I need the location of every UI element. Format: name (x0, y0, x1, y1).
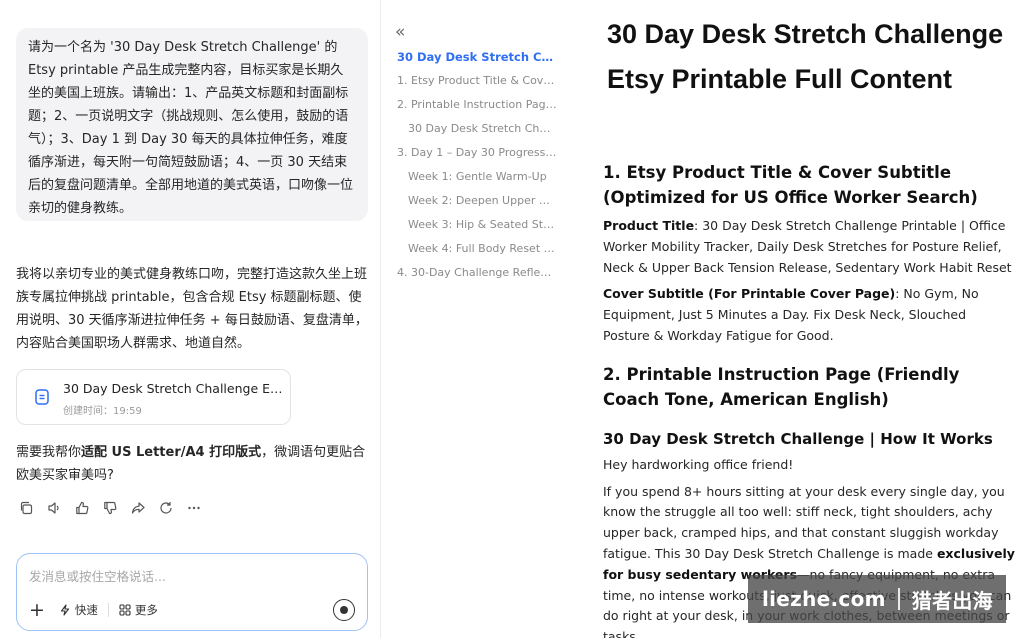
document-outline-panel: « 30 Day Desk Stretch Challenge Etsy Pri… (382, 0, 560, 638)
lightning-icon (60, 604, 69, 616)
watermark-overlay: liezhe.com 猎者出海 (748, 575, 1006, 623)
composer-toolbar: + 快速 更多 (29, 601, 158, 620)
more-tools-label: 更多 (134, 603, 158, 617)
document-icon (35, 389, 49, 405)
message-composer: + 快速 更多 (16, 553, 368, 631)
message-action-bar (18, 500, 201, 518)
watermark-divider (897, 588, 900, 610)
copy-icon[interactable] (18, 500, 33, 515)
outline-item-section-4[interactable]: 4. 30-Day Challenge Reflection Checklist (397, 262, 557, 286)
user-message-bubble: 请为一个名为 '30 Day Desk Stretch Challenge' 的… (16, 28, 368, 221)
product-title-paragraph: Product Title: 30 Day Desk Stretch Chall… (603, 216, 1015, 278)
outline-item-section-1[interactable]: 1. Etsy Product Title & Cover Subtitle (397, 70, 557, 94)
document-card-created-time: 创建时间：19:59 (63, 406, 142, 417)
outline-item-week-4[interactable]: Week 4: Full Body Reset & Habit Lock-In (397, 238, 557, 262)
record-dot-icon (340, 606, 348, 614)
chat-panel: 请为一个名为 '30 Day Desk Stretch Challenge' 的… (0, 0, 381, 638)
user-message-text: 请为一个名为 '30 Day Desk Stretch Challenge' 的… (28, 40, 354, 216)
outline-item-week-1[interactable]: Week 1: Gentle Warm-Up (397, 166, 557, 190)
section-2-heading: 2. Printable Instruction Page (Friendly … (603, 364, 960, 409)
outline-list: 30 Day Desk Stretch Challenge Etsy Print… (397, 46, 557, 286)
document-title: 30 Day Desk Stretch Challenge Etsy Print… (607, 19, 1004, 94)
document-card[interactable]: 30 Day Desk Stretch Challenge Etsy Print… (16, 369, 291, 425)
regenerate-icon[interactable] (158, 500, 173, 515)
followup-prefix: 需要我帮你 (16, 445, 82, 460)
watermark-domain: liezhe.com (762, 587, 886, 611)
message-input[interactable] (29, 564, 349, 588)
thumbs-down-icon[interactable] (102, 500, 117, 515)
more-icon[interactable] (186, 500, 201, 515)
outline-item-week-2[interactable]: Week 2: Deepen Upper Body Release (397, 190, 557, 214)
outline-item-section-2[interactable]: 2. Printable Instruction Page (Friendly … (397, 94, 557, 118)
product-title-label: Product Title (603, 218, 695, 233)
greeting-paragraph: Hey hardworking office friend! (603, 456, 794, 472)
toolbar-divider (107, 603, 109, 617)
section-1-heading: 1. Etsy Product Title & Cover Subtitle (… (603, 163, 978, 207)
watermark-brand: 猎者出海 (911, 588, 993, 613)
quick-mode-label: 快速 (74, 603, 98, 617)
assistant-message-text: 我将以亲切专业的美式健身教练口吻，完整打造这款久坐上班族专属拉伸挑战 print… (16, 267, 368, 351)
how-it-works-heading: 30 Day Desk Stretch Challenge | How It W… (603, 429, 993, 448)
add-attachment-icon[interactable]: + (29, 601, 45, 620)
cover-subtitle-paragraph: Cover Subtitle (For Printable Cover Page… (603, 284, 1015, 346)
share-icon[interactable] (130, 500, 145, 515)
outline-item-week-3[interactable]: Week 3: Hip & Seated Stiffness Relief (397, 214, 557, 238)
more-tools-button[interactable]: 更多 (119, 602, 158, 618)
followup-bold: 适配 US Letter/A4 打印版式 (81, 445, 262, 460)
read-aloud-icon[interactable] (46, 500, 61, 515)
outline-item-title[interactable]: 30 Day Desk Stretch Challenge Etsy Print… (397, 46, 557, 70)
collapse-outline-icon[interactable]: « (395, 22, 405, 42)
voice-send-button[interactable] (333, 599, 355, 621)
document-viewer: 30 Day Desk Stretch Challenge Etsy Print… (603, 0, 1015, 638)
document-card-title: 30 Day Desk Stretch Challenge Etsy Print… (63, 381, 283, 396)
grid-icon (119, 604, 131, 616)
thumbs-up-icon[interactable] (74, 500, 89, 515)
outline-item-section-3[interactable]: 3. Day 1 – Day 30 Progressive Stretch Ta… (397, 142, 557, 166)
quick-mode-button[interactable]: 快速 (59, 602, 98, 618)
document-body: 1. Etsy Product Title & Cover Subtitle (… (603, 160, 1015, 638)
assistant-followup-text: 需要我帮你适配 US Letter/A4 打印版式，微调语句更贴合欧美买家审美吗… (16, 441, 368, 487)
cover-subtitle-label: Cover Subtitle (For Printable Cover Page… (603, 286, 896, 302)
outline-item-how-it-works[interactable]: 30 Day Desk Stretch Challenge | How It W… (397, 118, 557, 142)
